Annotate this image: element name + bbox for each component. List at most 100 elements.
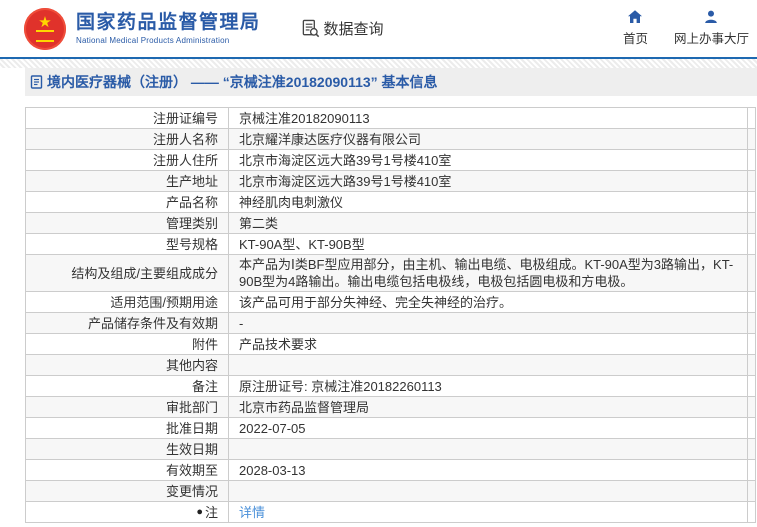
table-row: 变更情况: [26, 480, 755, 501]
row-value: [229, 448, 747, 450]
person-icon: [703, 9, 719, 25]
row-value: [229, 490, 747, 492]
row-right-spacer: [747, 439, 755, 459]
row-value-text: 北京市海淀区远大路39号1号楼410室: [239, 174, 451, 189]
row-value-text: 原注册证号: 京械注准20182260113: [239, 379, 442, 394]
row-label-text: 批准日期: [166, 420, 218, 437]
row-value: 2028-03-13: [229, 461, 747, 480]
row-label-text: 其他内容: [166, 357, 218, 374]
row-label: 管理类别: [26, 213, 229, 233]
row-label: 有效期至: [26, 460, 229, 480]
agency-subtitle: National Medical Products Administration: [76, 36, 261, 45]
row-right-spacer: [747, 129, 755, 149]
row-value: 北京耀洋康达医疗仪器有限公司: [229, 130, 747, 149]
row-label: 其他内容: [26, 355, 229, 375]
row-label-text: 备注: [192, 378, 218, 395]
row-label: 批准日期: [26, 418, 229, 438]
row-label-text: 变更情况: [166, 483, 218, 500]
row-value: 详情: [229, 503, 747, 522]
row-right-spacer: [747, 213, 755, 233]
row-label: 适用范围/预期用途: [26, 292, 229, 312]
nav-service-hall-label: 网上办事大厅: [674, 28, 749, 47]
row-value-text: 北京市药品监督管理局: [239, 400, 369, 415]
row-label: 生效日期: [26, 439, 229, 459]
striped-divider: [0, 59, 757, 68]
table-row: 注册人名称北京耀洋康达医疗仪器有限公司: [26, 128, 755, 149]
row-label-text: 产品储存条件及有效期: [88, 315, 218, 332]
detail-link[interactable]: 详情: [239, 505, 265, 520]
row-value: 神经肌肉电刺激仪: [229, 193, 747, 212]
row-label-text: 注册人住所: [153, 152, 218, 169]
agency-title-block: 国家药品监督管理局 National Medical Products Admi…: [76, 12, 261, 45]
table-row: 结构及组成/主要组成成分 本产品为Ⅰ类BF型应用部分，由主机、输出电缆、电极组成。…: [26, 254, 755, 291]
row-value-text: KT-90A型、KT-90B型: [239, 237, 365, 252]
breadcrumb-text: 境内医疗器械（注册） —— “京械注准20182090113” 基本信息: [47, 72, 438, 92]
row-right-spacer: [747, 397, 755, 417]
agency-title: 国家药品监督管理局: [76, 12, 261, 34]
row-label-text: 生产地址: [166, 173, 218, 190]
row-label: 变更情况: [26, 481, 229, 501]
row-label: 结构及组成/主要组成成分: [26, 255, 229, 291]
row-value: 产品技术要求: [229, 335, 747, 354]
registration-info-table: 注册证编号京械注准20182090113注册人名称北京耀洋康达医疗仪器有限公司注…: [25, 107, 756, 523]
row-right-spacer: [747, 460, 755, 480]
row-value: 北京市海淀区远大路39号1号楼410室: [229, 172, 747, 191]
emblem-star-icon: ★: [38, 16, 51, 29]
note-icon: ●: [196, 507, 203, 518]
row-right-spacer: [747, 192, 755, 212]
row-right-spacer: [747, 171, 755, 191]
row-label: 注册证编号: [26, 108, 229, 128]
data-query-button[interactable]: 数据查询: [301, 18, 384, 39]
table-row: 备注 原注册证号: 京械注准20182260113: [26, 375, 755, 396]
table-row: 生产地址 北京市海淀区远大路39号1号楼410室: [26, 170, 755, 191]
row-label-text: 注册人名称: [153, 131, 218, 148]
row-value: 该产品可用于部分失神经、完全失神经的治疗。: [229, 293, 747, 312]
table-row: 生效日期: [26, 438, 755, 459]
row-value-text: 该产品可用于部分失神经、完全失神经的治疗。: [239, 295, 512, 310]
row-label-text: 注册证编号: [153, 110, 218, 127]
table-row: 有效期至 2028-03-13: [26, 459, 755, 480]
row-label-text: 有效期至: [166, 462, 218, 479]
row-right-spacer: [747, 255, 755, 291]
row-value-text: 2022-07-05: [239, 421, 306, 436]
nav-home[interactable]: 首页: [623, 9, 648, 47]
row-right-spacer: [747, 502, 755, 522]
row-label: ●注: [26, 502, 229, 522]
data-query-label: 数据查询: [324, 18, 384, 39]
breadcrumb: 境内医疗器械（注册） —— “京械注准20182090113” 基本信息: [25, 68, 757, 96]
emblem-gate-icon: [36, 30, 54, 42]
row-right-spacer: [747, 234, 755, 254]
row-right-spacer: [747, 376, 755, 396]
row-label: 产品名称: [26, 192, 229, 212]
table-row: 附件 产品技术要求: [26, 333, 755, 354]
row-label: 审批部门: [26, 397, 229, 417]
row-value: 北京市海淀区远大路39号1号楼410室: [229, 151, 747, 170]
row-label: 注册人住所: [26, 150, 229, 170]
table-row: 适用范围/预期用途该产品可用于部分失神经、完全失神经的治疗。: [26, 291, 755, 312]
row-right-spacer: [747, 334, 755, 354]
nav-service-hall[interactable]: 网上办事大厅: [674, 9, 749, 47]
row-label-text: 生效日期: [166, 441, 218, 458]
row-value: [229, 364, 747, 366]
top-nav: 首页 网上办事大厅: [623, 9, 749, 47]
row-label: 生产地址: [26, 171, 229, 191]
row-value: KT-90A型、KT-90B型: [229, 235, 747, 254]
row-label-text: 注: [205, 504, 218, 521]
row-right-spacer: [747, 150, 755, 170]
row-value: 京械注准20182090113: [229, 109, 747, 128]
row-value: 第二类: [229, 214, 747, 233]
row-label: 型号规格: [26, 234, 229, 254]
row-value-text: 本产品为Ⅰ类BF型应用部分，由主机、输出电缆、电极组成。KT-90A型为3路输出…: [239, 257, 733, 289]
row-right-spacer: [747, 313, 755, 333]
row-label: 注册人名称: [26, 129, 229, 149]
home-icon: [627, 9, 643, 25]
table-row: 型号规格 KT-90A型、KT-90B型: [26, 233, 755, 254]
row-right-spacer: [747, 355, 755, 375]
row-label-text: 附件: [192, 336, 218, 353]
row-value-text: 产品技术要求: [239, 337, 317, 352]
row-value-text: 2028-03-13: [239, 463, 306, 478]
row-label-text: 结构及组成/主要组成成分: [71, 265, 218, 282]
row-right-spacer: [747, 292, 755, 312]
row-label-text: 审批部门: [166, 399, 218, 416]
row-right-spacer: [747, 418, 755, 438]
